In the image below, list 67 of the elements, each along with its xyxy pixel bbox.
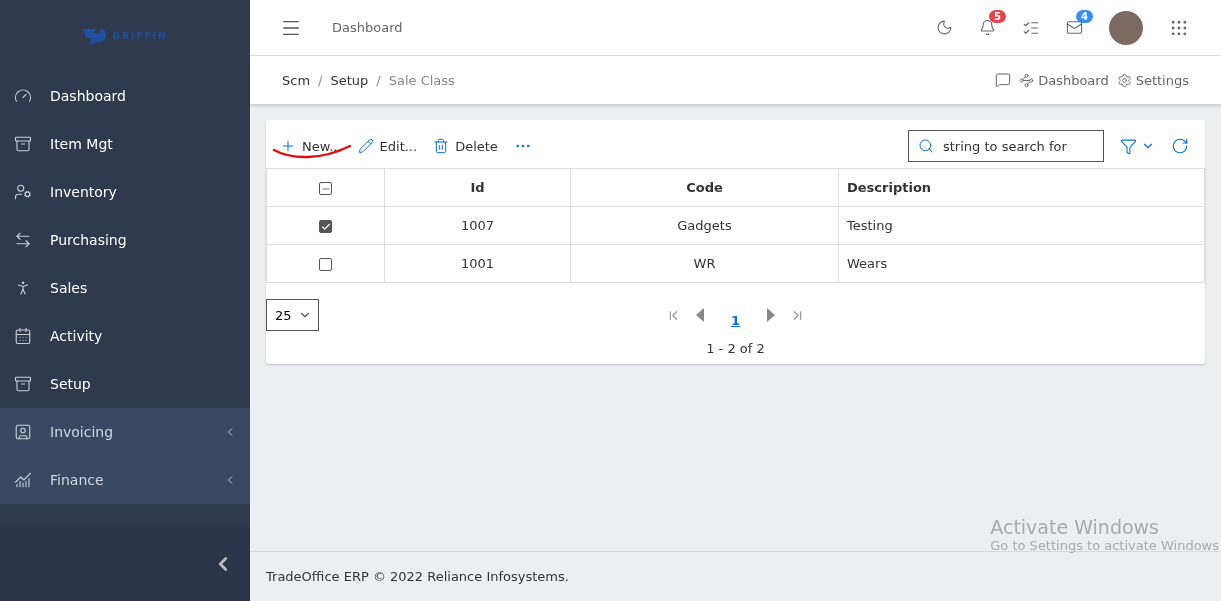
user-gear-icon [14,183,32,201]
nodes-icon [1019,72,1035,88]
edit-button[interactable]: Edit... [357,138,418,154]
search-icon [918,138,934,154]
notification-count: 5 [989,10,1006,23]
gauge-icon [14,87,32,105]
breadcrumb-item[interactable]: Setup [330,72,369,88]
user-avatar[interactable] [1109,10,1143,45]
delete-button[interactable]: Delete [433,138,498,154]
previous-page-icon[interactable] [694,308,705,322]
arrows-icon [14,231,32,249]
breadcrumb-item[interactable]: Scm [282,72,311,88]
table-cell: Gadgets [570,206,839,245]
bird-logo-icon [82,27,109,45]
activation-title: Activate Windows [990,516,1160,538]
chart-icon [14,471,32,489]
check-icon [320,221,331,232]
refresh-icon[interactable] [1171,137,1189,155]
column-header: Id [384,168,571,207]
plus-icon [280,138,296,154]
sidebar-item[interactable]: Activity [0,312,250,360]
table-cell: Wears [838,244,1205,283]
archive-box-icon [14,375,32,393]
activation-text: Go to Settings to activate Windows [990,538,1219,553]
row-checkbox[interactable] [319,258,332,271]
table-cell: Testing [838,206,1205,245]
next-page-icon[interactable] [766,308,776,322]
settings-icon [1116,72,1132,88]
column-header: Description [838,168,1205,207]
select-all-checkbox[interactable] [319,182,332,195]
sidebar-item[interactable]: Purchasing [0,216,250,264]
search-field[interactable]: string to search for [908,130,1104,162]
chat-icon[interactable] [995,72,1012,88]
table-cell: 1001 [384,244,571,283]
page-size-select[interactable]: 25 [266,299,319,331]
row-checkbox[interactable] [319,220,332,233]
mail-icon[interactable] [1066,19,1083,36]
sidebar-item[interactable]: Setup [0,360,250,408]
message-count: 4 [1076,10,1093,23]
sidebar-item[interactable]: Finance [0,456,250,504]
breadcrumb-item: Sale Class [388,72,455,88]
footer-text: TradeOffice ERP © 2022 Reliance Infosystems. [266,569,569,584]
calendar-icon [14,327,32,345]
page-summary: 1 - 2 of 2 [705,340,766,358]
sidebar-item[interactable]: Item Mgt [0,120,250,168]
settings-link[interactable]: Settings [1116,72,1189,88]
pencil-icon [357,138,374,154]
dashboard-link[interactable]: Dashboard [1019,72,1109,88]
page-link[interactable]: 1 [718,312,752,328]
new-button[interactable]: New... [280,138,342,154]
moon-icon[interactable] [936,19,953,36]
sidebar-item[interactable]: Inventory [0,168,250,216]
filter-icon[interactable] [1120,137,1137,155]
sidebar-item[interactable]: Invoicing [0,408,250,456]
page-title: Dashboard [332,20,404,35]
archive-box-icon [14,135,32,153]
column-header: Code [570,168,839,207]
portrait-icon [14,423,32,441]
sidebar-item[interactable]: Sales [0,264,250,312]
table-cell: WR [570,244,839,283]
trash-icon [433,138,450,154]
table-cell: 1007 [384,206,571,245]
logo-text: GRIFFIN [112,31,168,41]
bell-icon[interactable] [979,19,996,36]
breadcrumb-separator: / [318,72,323,88]
breadcrumb-separator: / [376,72,381,88]
sidebar-item[interactable]: Dashboard [0,72,250,120]
